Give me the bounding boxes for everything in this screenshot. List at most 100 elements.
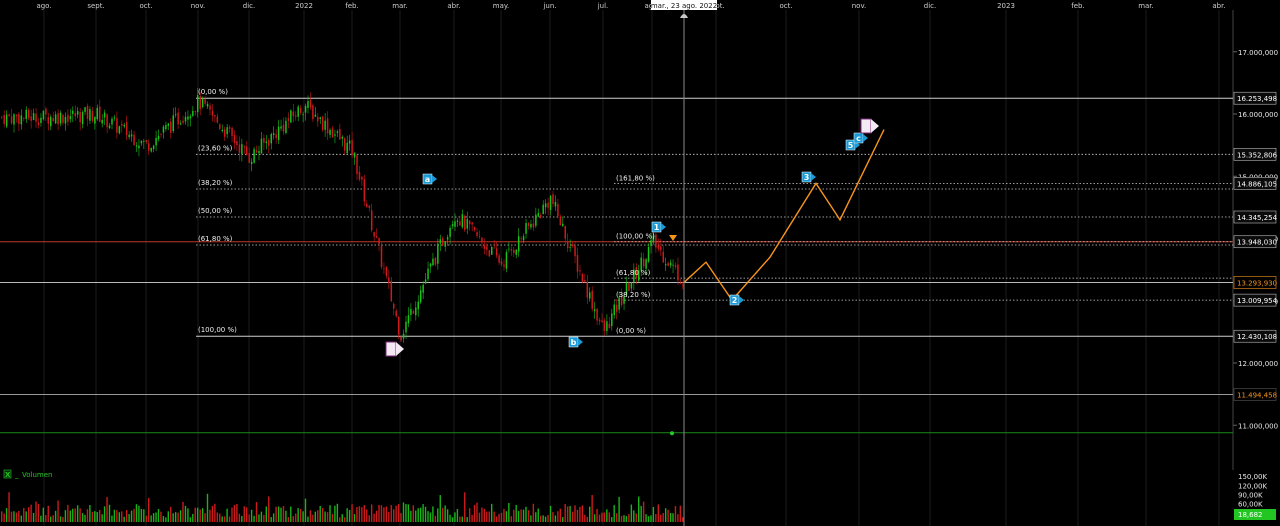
- candle-body: [459, 221, 461, 226]
- volume-bar: [640, 505, 642, 522]
- volume-bar: [344, 517, 346, 522]
- volume-bar: [562, 517, 564, 522]
- candle-body: [170, 121, 172, 133]
- candle-body: [150, 148, 152, 152]
- month-label: may.: [493, 2, 509, 10]
- volume-bar: [645, 514, 647, 522]
- volume-bar: [584, 514, 586, 522]
- volume-bar: [287, 516, 290, 522]
- month-label: abr.: [1212, 2, 1225, 10]
- volume-bar: [86, 509, 89, 522]
- month-label: mar.: [1138, 2, 1154, 10]
- candle-body: [25, 109, 27, 119]
- candle-body: [515, 249, 517, 255]
- candle-body: [79, 111, 81, 123]
- volume-bar: [5, 508, 8, 522]
- volume-bar: [557, 511, 559, 522]
- month-label: nov.: [191, 2, 206, 10]
- volume-bar: [309, 510, 312, 522]
- volume-bar: [216, 512, 218, 522]
- candle-body: [481, 237, 483, 243]
- candle-body: [59, 112, 62, 124]
- candle-body: [189, 116, 192, 119]
- volume-bar: [679, 505, 682, 522]
- volume-bar: [549, 505, 552, 522]
- crosshair-date-label: mar., 23 ago. 2022: [651, 2, 717, 10]
- volume-bar: [223, 516, 226, 522]
- candle-body: [258, 150, 260, 154]
- candle-body: [3, 115, 5, 124]
- volume-bar: [299, 508, 302, 522]
- candle-body: [32, 113, 35, 121]
- candle-body: [84, 107, 86, 112]
- fib-retracement-label: (23,60 %): [198, 144, 233, 152]
- candle-body: [427, 268, 429, 280]
- volume-bar: [383, 507, 385, 522]
- volume-bar: [432, 506, 434, 522]
- candle-body: [321, 116, 324, 130]
- volume-bar: [152, 513, 155, 522]
- volume-tick-label: 120,00K: [1238, 482, 1267, 490]
- candle-body: [138, 145, 140, 149]
- candle-body: [334, 134, 336, 136]
- fib-extension-label: (61,80 %): [616, 269, 651, 277]
- candle-body: [8, 114, 10, 117]
- chart-window[interactable]: ago. sept. oct. nov. dic. 2022 feb. mar. abr. may…: [0, 0, 1280, 526]
- volume-bar: [250, 509, 253, 522]
- volume-bar: [189, 517, 192, 522]
- volume-bar: [89, 505, 91, 522]
- volume-bar: [138, 505, 140, 522]
- candle-body: [54, 114, 57, 124]
- month-label: sept.: [87, 2, 104, 10]
- price-label-text: 14.886,105: [1237, 180, 1277, 188]
- candle-body: [290, 110, 292, 123]
- candle-body: [319, 117, 321, 119]
- candle-body: [405, 321, 407, 333]
- candle-body: [128, 134, 130, 138]
- candle-body: [167, 123, 170, 126]
- volume-bar: [581, 505, 584, 522]
- volume-bar: [650, 515, 652, 522]
- candle-body: [317, 116, 319, 122]
- fibonacci-labels: (0,00 %) (23,60 %) (38,20 %) (50,00 %) (61,8…: [198, 88, 655, 335]
- volume-bar: [103, 506, 106, 522]
- candle-body: [488, 250, 491, 257]
- candle-body: [111, 118, 113, 125]
- candle-body: [517, 236, 520, 252]
- candle-body: [241, 144, 243, 154]
- candle-body: [390, 281, 393, 301]
- candle-body: [419, 290, 422, 303]
- volume-bar: [282, 506, 285, 522]
- fib-retracement-label: (0,00 %): [198, 88, 228, 96]
- volume-bar: [476, 502, 478, 522]
- volume-bar: [620, 515, 623, 522]
- volume-bar: [76, 505, 79, 522]
- candle-body: [152, 145, 155, 150]
- volume-bar: [471, 514, 473, 522]
- volume-bar: [74, 508, 76, 522]
- volume-bar: [503, 508, 505, 522]
- price-label-text: 13.948,030: [1237, 239, 1277, 247]
- candle-body: [133, 134, 135, 146]
- volume-bar: [10, 511, 13, 522]
- volume-bar: [99, 510, 101, 522]
- candle-body: [40, 117, 42, 124]
- volume-bar: [27, 507, 30, 522]
- fib-retracement-label: (61,80 %): [198, 235, 233, 243]
- volume-bar: [633, 510, 635, 522]
- volume-bar: [211, 505, 214, 522]
- stock-chart[interactable]: ago. sept. oct. nov. dic. 2022 feb. mar. abr. may…: [0, 0, 1280, 526]
- volume-bar: [397, 504, 400, 522]
- candle-body: [211, 110, 214, 116]
- wave-marker-arrow: [871, 119, 879, 133]
- price-label-text: 12.430,108: [1237, 333, 1277, 341]
- wave-label-text: 2: [732, 296, 738, 305]
- month-label: oct.: [139, 2, 152, 10]
- month-label: 2022: [295, 2, 313, 10]
- volume-bar: [79, 508, 81, 522]
- volume-bar: [187, 508, 189, 522]
- candle-body: [62, 115, 64, 123]
- volume-tick-label: 60,00K: [1238, 501, 1263, 509]
- candle-body: [417, 301, 419, 310]
- volume-bar: [461, 516, 463, 522]
